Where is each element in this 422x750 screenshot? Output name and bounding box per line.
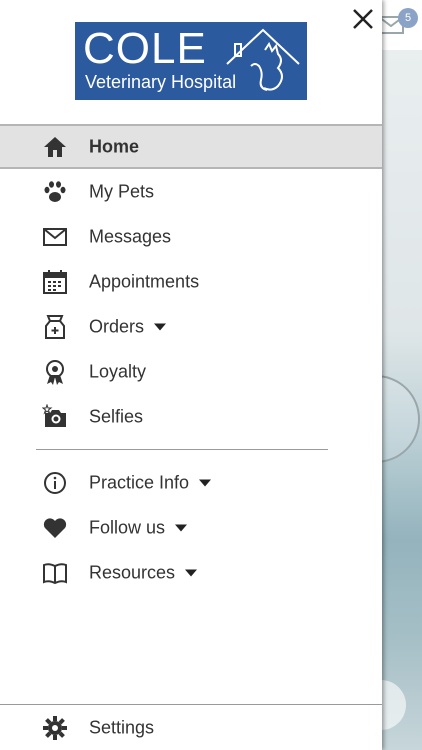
menu-item-label: Resources: [89, 562, 176, 582]
navigation-drawer: COLE Veterinary Hospital Home My Pets Me…: [0, 0, 382, 750]
home-icon: [44, 136, 66, 157]
menu-item-label: Loyalty: [89, 361, 147, 381]
menu-item-label: Settings: [89, 717, 155, 737]
paw-icon: [44, 180, 66, 202]
camera-icon: [42, 403, 66, 427]
calendar-icon: [43, 269, 67, 294]
menu-item-label: Messages: [89, 226, 172, 246]
menu-item-label-wrap: Follow us: [89, 517, 188, 538]
menu-item-label: My Pets: [89, 181, 155, 201]
envelope-icon: [43, 227, 67, 246]
menu-item-orders[interactable]: Orders: [0, 304, 382, 349]
menu-item-label: Selfies: [89, 406, 144, 426]
secondary-menu: Practice Info Follow us Resources: [0, 460, 382, 595]
mail-badge: 5: [398, 8, 418, 28]
menu-item-label: Follow us: [89, 517, 166, 537]
primary-menu: Home My Pets Messages Appointments Order…: [0, 124, 382, 439]
menu-item-follow-us[interactable]: Follow us: [0, 505, 382, 550]
menu-item-label-wrap: Orders: [89, 316, 167, 337]
menu-item-resources[interactable]: Resources: [0, 550, 382, 595]
info-icon: [44, 471, 66, 494]
menu-item-label-wrap: Practice Info: [89, 472, 212, 493]
book-icon: [43, 562, 67, 584]
pet-food-bag-icon: [45, 314, 65, 339]
menu-item-label: Home: [89, 136, 140, 156]
menu-divider: [36, 449, 328, 450]
heart-icon: [43, 517, 67, 538]
logo-title: COLE: [83, 24, 207, 73]
menu-item-settings[interactable]: Settings: [0, 705, 382, 750]
chevron-down-icon: [175, 524, 188, 532]
menu-item-label: Appointments: [89, 271, 200, 291]
menu-item-messages[interactable]: Messages: [0, 214, 382, 259]
menu-item-practice-info[interactable]: Practice Info: [0, 460, 382, 505]
house-pets-logo-icon: [226, 28, 300, 91]
award-ribbon-icon: [46, 359, 64, 385]
menu-item-appointments[interactable]: Appointments: [0, 259, 382, 304]
clinic-logo: COLE Veterinary Hospital: [75, 22, 307, 100]
menu-item-label: Orders: [89, 316, 145, 336]
menu-item-loyalty[interactable]: Loyalty: [0, 349, 382, 394]
gear-icon: [43, 715, 67, 740]
chevron-down-icon: [199, 479, 212, 487]
menu-item-home[interactable]: Home: [0, 124, 382, 169]
logo-subtitle: Veterinary Hospital: [85, 72, 237, 92]
chevron-down-icon: [185, 569, 198, 577]
chevron-down-icon: [154, 323, 167, 331]
menu-item-selfies[interactable]: Selfies: [0, 394, 382, 439]
close-icon[interactable]: [350, 6, 376, 32]
menu-item-my-pets[interactable]: My Pets: [0, 169, 382, 214]
menu-item-label-wrap: Resources: [89, 562, 198, 583]
menu-item-label: Practice Info: [89, 472, 190, 492]
